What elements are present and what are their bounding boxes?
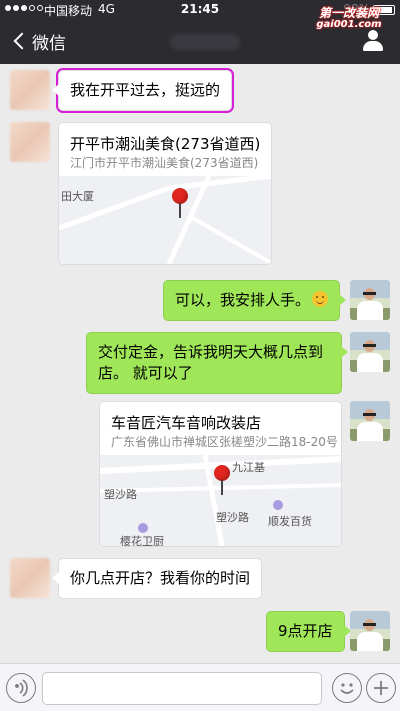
voice-input-button[interactable] bbox=[6, 673, 36, 703]
my-avatar[interactable] bbox=[350, 280, 390, 320]
location-name: 开平市潮汕美食(273省道西) bbox=[70, 135, 261, 153]
message-text-line: 交付定金，告诉我明天大概几点到 bbox=[98, 343, 324, 361]
chevron-left-icon bbox=[13, 32, 31, 50]
contact-profile-icon[interactable] bbox=[360, 30, 386, 52]
message-bubble[interactable]: 交付定金，告诉我明天大概几点到 店。 就可以了 bbox=[86, 332, 348, 394]
watermark-title: 第一改装网 bbox=[318, 6, 379, 20]
contact-avatar[interactable] bbox=[10, 558, 50, 598]
map-label: 塑沙路 bbox=[104, 488, 137, 501]
message-text-line: 店。 就可以了 bbox=[98, 364, 193, 382]
message-text: 你几点开店？我看你的时间 bbox=[70, 569, 251, 587]
smiley-face-icon bbox=[340, 683, 354, 694]
my-avatar[interactable] bbox=[350, 611, 390, 651]
map-pin-icon bbox=[214, 465, 230, 497]
contact-avatar[interactable] bbox=[10, 70, 50, 110]
message-text: 我在开平过去，挺远的 bbox=[70, 81, 221, 99]
poi-marker-icon bbox=[273, 500, 283, 510]
back-label: 微信 bbox=[32, 33, 66, 54]
map-pin-icon bbox=[172, 188, 188, 220]
message-bubble[interactable]: 9点开店 bbox=[266, 611, 351, 652]
site-watermark: 第一改装网 gai001.com bbox=[308, 7, 390, 31]
location-map: 田大厦 bbox=[59, 176, 271, 264]
contact-avatar[interactable] bbox=[10, 122, 50, 162]
voice-wave-icon bbox=[15, 679, 28, 697]
emoji-button[interactable] bbox=[332, 673, 362, 703]
map-label: 顺发百货 bbox=[268, 515, 312, 528]
map-label: 田大厦 bbox=[61, 190, 94, 203]
location-name: 车音匠汽车音响改装店 bbox=[111, 414, 262, 432]
map-label: 塑沙路 bbox=[216, 511, 249, 524]
watermark-url: gai001.com bbox=[316, 19, 382, 30]
my-avatar[interactable] bbox=[350, 332, 390, 372]
top-bar: 中国移动 4G 21:45 98% 微信 第一改装网 gai001.com bbox=[0, 0, 400, 64]
more-functions-button[interactable] bbox=[366, 673, 396, 703]
plus-icon bbox=[374, 681, 388, 695]
back-button[interactable]: 微信 bbox=[12, 27, 66, 55]
location-card[interactable]: 车音匠汽车音响改装店 广东省佛山市禅城区张槎塑沙二路18-20号 九江基 塑沙路… bbox=[99, 401, 342, 547]
chat-input-bar bbox=[0, 663, 400, 711]
map-label: 樱花卫厨 bbox=[120, 535, 164, 546]
message-bubble[interactable]: 你几点开店？我看你的时间 bbox=[51, 558, 263, 599]
location-card[interactable]: 开平市潮汕美食(273省道西) 江门市开平市潮汕美食(273省道西) 田大厦 bbox=[58, 122, 272, 265]
chat-title-blurred bbox=[170, 34, 240, 50]
message-text: 可以，我安排人手。 bbox=[175, 291, 311, 309]
message-bubble[interactable]: 可以，我安排人手。 bbox=[163, 280, 347, 321]
message-text: 9点开店 bbox=[278, 622, 333, 640]
location-address: 广东省佛山市禅城区张槎塑沙二路18-20号 bbox=[111, 435, 338, 449]
location-address: 江门市开平市潮汕美食(273省道西) bbox=[70, 156, 259, 170]
location-map: 九江基 塑沙路 塑沙路 顺发百货 樱花卫厨 bbox=[100, 455, 341, 546]
message-input[interactable] bbox=[42, 672, 322, 705]
my-avatar[interactable] bbox=[350, 401, 390, 441]
message-bubble[interactable]: 我在开平过去，挺远的 bbox=[51, 68, 235, 113]
smile-emoji-icon bbox=[312, 291, 329, 307]
map-label: 九江基 bbox=[232, 461, 265, 474]
poi-marker-icon bbox=[138, 523, 148, 533]
